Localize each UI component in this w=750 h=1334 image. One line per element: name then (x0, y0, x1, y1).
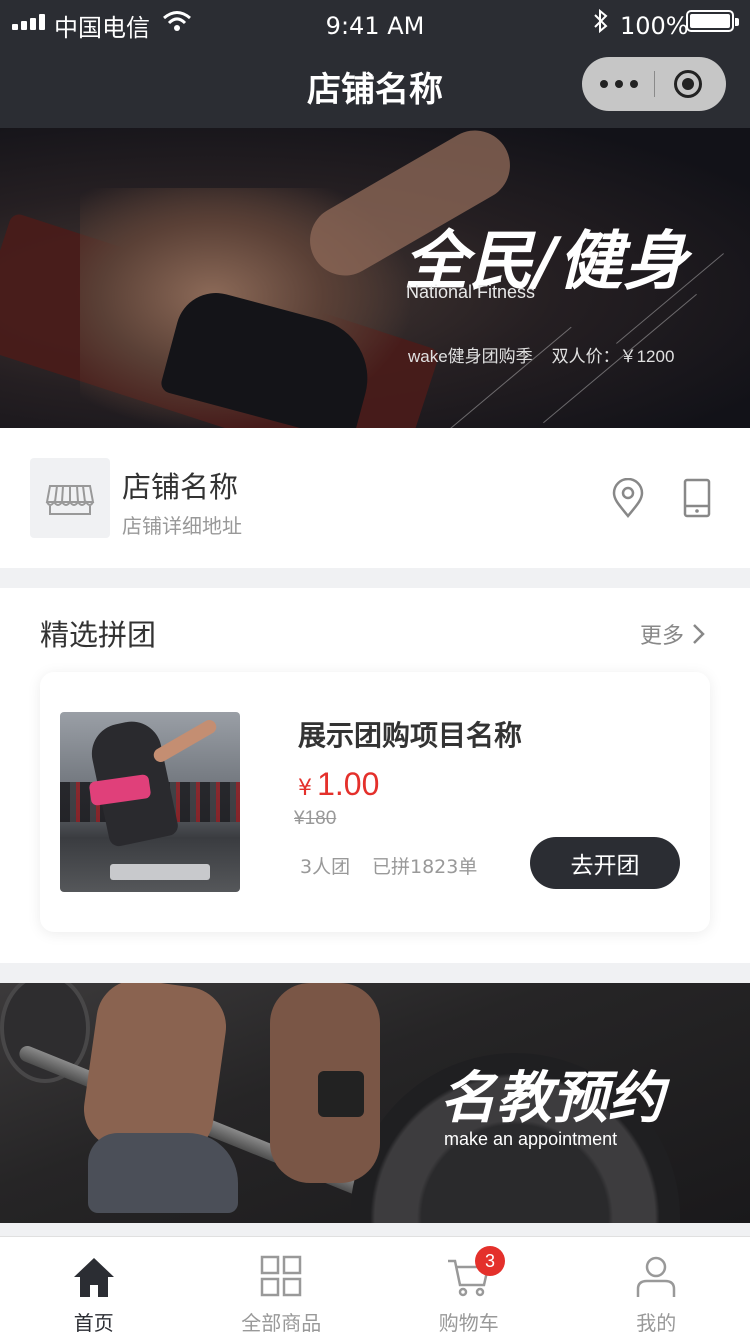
coach-banner-subtitle: make an appointment (444, 1129, 618, 1149)
start-group-button[interactable]: 去开团 (530, 837, 680, 889)
original-price: ¥180 (294, 808, 337, 829)
store-name: 店铺名称 (122, 470, 239, 504)
coach-banner-title: 名教预约 (440, 1066, 664, 1131)
tab-bar: 首页 全部商品 购物车 我的 (0, 1236, 750, 1334)
price-value: 1.00 (317, 766, 380, 802)
battery-icon (686, 10, 739, 32)
grid-icon (260, 1255, 302, 1301)
sold-count: 已拼1823单 (372, 856, 478, 878)
tab-all-products[interactable]: 全部商品 (188, 1237, 376, 1334)
store-info-card: 店铺名称 店铺详细地址 (0, 428, 750, 568)
wrist-wrap-shape (318, 1071, 364, 1117)
tab-label: 购物车 (438, 1311, 499, 1334)
tab-label: 我的 (636, 1311, 677, 1334)
hero-promo-text: wake健身团购季 双人价：￥1200 (408, 347, 675, 366)
group-buy-section: 精选拼团 更多 展示团购项目名称 ¥ 1.00 ¥180 3人团 已拼1823单… (0, 588, 750, 963)
hero-banner[interactable]: 全民/健身 National Fitness wake健身团购季 双人价：￥12… (0, 128, 750, 428)
product-price: ¥ 1.00 (298, 766, 379, 803)
location-pin-icon[interactable] (610, 477, 646, 522)
capsule-divider (654, 71, 655, 97)
section-title: 精选拼团 (40, 618, 157, 652)
close-miniprogram-icon[interactable] (674, 70, 702, 98)
tab-cart[interactable]: 购物车 (375, 1237, 563, 1334)
cart-badge: 3 (475, 1246, 505, 1276)
miniprogram-capsule (582, 57, 726, 111)
status-bar: 中国电信 9:41 AM 100% (0, 0, 750, 48)
currency-symbol: ¥ (298, 776, 312, 801)
battery-percent: 100% (620, 12, 689, 40)
phone-icon[interactable] (682, 478, 712, 522)
tab-label: 全部商品 (241, 1311, 322, 1334)
header: 中国电信 9:41 AM 100% 店铺名称 (0, 0, 750, 128)
group-buy-card[interactable]: 展示团购项目名称 ¥ 1.00 ¥180 3人团 已拼1823单 去开团 (40, 672, 710, 932)
tab-home[interactable]: 首页 (0, 1237, 188, 1334)
storefront-icon (45, 485, 95, 515)
coach-appointment-banner[interactable]: 名教预约 make an appointment (0, 983, 750, 1223)
more-menu-icon[interactable] (600, 80, 638, 88)
more-label: 更多 (640, 624, 685, 649)
store-logo (30, 458, 110, 538)
home-icon (72, 1255, 116, 1303)
more-link[interactable]: 更多 (640, 618, 706, 650)
hero-subtitle: National Fitness (406, 282, 536, 302)
tab-profile[interactable]: 我的 (563, 1237, 750, 1334)
athlete-shoe-shape (88, 1133, 238, 1213)
product-image (60, 712, 240, 892)
tab-label: 首页 (73, 1311, 114, 1334)
chevron-right-icon (693, 624, 705, 644)
group-size: 3人团 (300, 856, 351, 878)
user-icon (635, 1255, 677, 1303)
bluetooth-icon (592, 8, 610, 38)
store-address: 店铺详细地址 (122, 514, 242, 538)
product-name: 展示团购项目名称 (298, 719, 523, 752)
